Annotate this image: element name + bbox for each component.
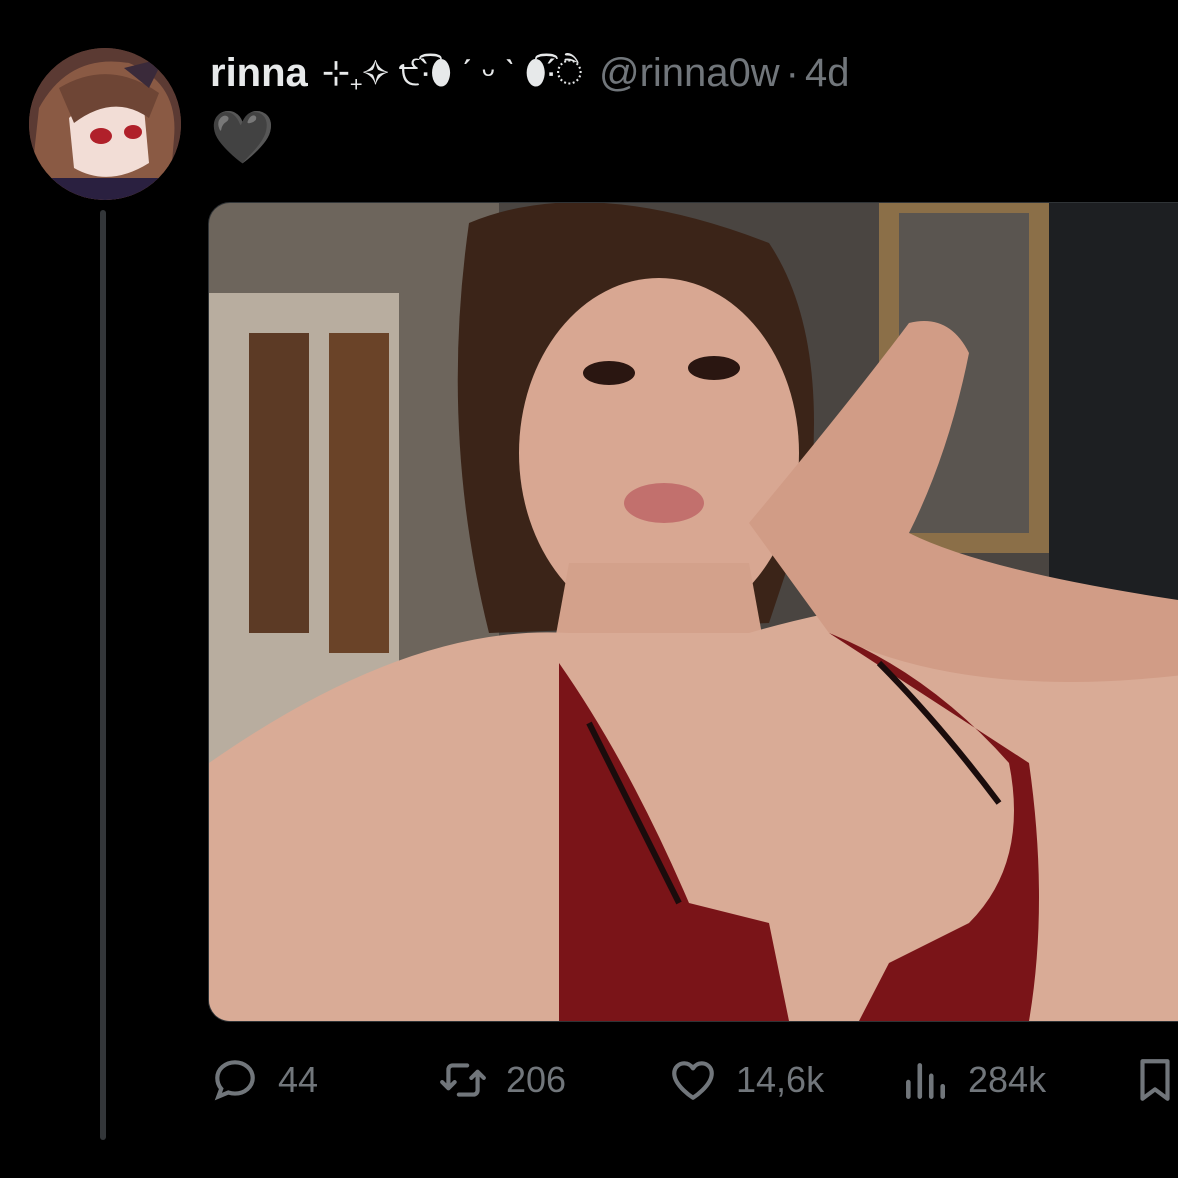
reply-button[interactable]: 44 (210, 1050, 318, 1110)
tweet-text: 🖤 (210, 109, 275, 167)
retweet-icon (440, 1063, 486, 1097)
heart-icon (672, 1061, 714, 1100)
views-button[interactable]: 284k (900, 1050, 1046, 1110)
avatar[interactable] (29, 48, 181, 200)
retweet-count: 206 (506, 1059, 567, 1100)
name-decoration: ⊹₊✧ ੯‧̀͡⬮ ˊ ᵕ ˋ ⬮͡‧́ੈ (321, 54, 583, 92)
avatar-image (29, 48, 181, 200)
tweet-actions: 44 206 14,6k 284k (210, 1050, 1178, 1110)
tweet-media-photo[interactable] (208, 202, 1178, 1022)
handle[interactable]: @rinna0w (599, 51, 780, 96)
bookmark-button[interactable] (1130, 1050, 1178, 1110)
tweet-header: rinna ⊹₊✧ ੯‧̀͡⬮ ˊ ᵕ ˋ ⬮͡‧́ੈ @rinna0w · 4… (210, 48, 849, 98)
reply-count: 44 (278, 1059, 319, 1100)
timestamp[interactable]: 4d (805, 51, 850, 96)
bookmark-icon (1140, 1059, 1170, 1101)
photo-image (209, 203, 1178, 1021)
thread-line (100, 210, 106, 1140)
retweet-button[interactable]: 206 (438, 1050, 566, 1110)
display-name[interactable]: rinna (210, 51, 308, 96)
views-icon (906, 1063, 945, 1099)
view-count: 284k (968, 1059, 1047, 1100)
separator-dot: · (785, 50, 799, 95)
reply-icon (214, 1060, 255, 1101)
like-button[interactable]: 14,6k (668, 1050, 824, 1110)
like-count: 14,6k (736, 1059, 825, 1100)
